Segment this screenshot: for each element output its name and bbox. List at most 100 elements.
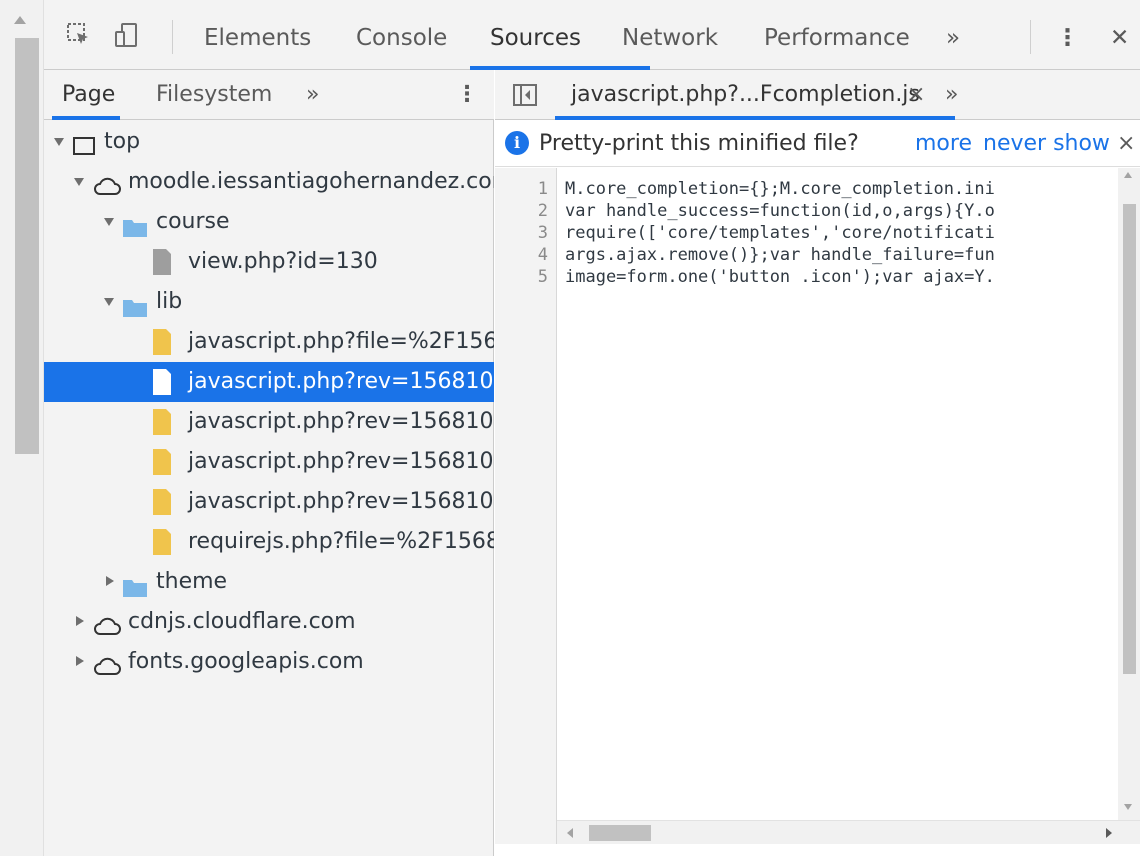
sources-navigator: Page Filesystem » ⋮ top moodle.iessantia… bbox=[44, 70, 494, 856]
tree-item-label: course bbox=[156, 209, 230, 234]
more-link[interactable]: more bbox=[915, 121, 972, 167]
horizontal-scrollbar-thumb[interactable] bbox=[589, 825, 651, 841]
expanded-arrow-icon[interactable] bbox=[74, 178, 84, 186]
tab-filesystem[interactable]: Filesystem bbox=[156, 70, 272, 120]
line-number-gutter: 1 2 3 4 5 bbox=[495, 168, 557, 820]
tree-item-label: theme bbox=[156, 569, 228, 594]
editor-vertical-scrollbar[interactable] bbox=[1118, 168, 1140, 820]
tab-sources[interactable]: Sources bbox=[490, 0, 581, 70]
tree-item-file[interactable]: javascript.php?rev=1568107 bbox=[44, 402, 494, 442]
folder-icon bbox=[122, 292, 148, 322]
more-tabs-button[interactable]: » bbox=[946, 0, 960, 70]
tree-item-label: javascript.php?rev=1568107 bbox=[188, 489, 494, 514]
cloud-icon bbox=[92, 611, 122, 642]
file-js-icon bbox=[152, 408, 172, 442]
tab-elements[interactable]: Elements bbox=[204, 0, 311, 70]
collapsed-arrow-icon[interactable] bbox=[76, 616, 84, 626]
code-line: image=form.one('button .icon');var ajax=… bbox=[565, 267, 995, 287]
line-number: 2 bbox=[537, 201, 548, 221]
folder-icon bbox=[122, 572, 148, 602]
scroll-up-arrow-icon[interactable] bbox=[14, 16, 26, 24]
tree-item-top[interactable]: top bbox=[44, 122, 494, 162]
code-line: var handle_success=function(id,o,args){Y… bbox=[565, 201, 995, 221]
tree-item-file[interactable]: javascript.php?rev=1568107 bbox=[44, 442, 494, 482]
code-line: M.core_completion={};M.core_completion.i… bbox=[565, 179, 995, 199]
vertical-scrollbar-thumb[interactable] bbox=[1123, 204, 1136, 674]
expanded-arrow-icon[interactable] bbox=[54, 138, 64, 146]
cloud-icon bbox=[92, 651, 122, 682]
tree-item-file[interactable]: view.php?id=130 bbox=[44, 242, 494, 282]
tree-item-folder-course[interactable]: course bbox=[44, 202, 494, 242]
tree-item-label: requirejs.php?file=%2F1568107 bbox=[188, 529, 494, 554]
close-devtools-icon[interactable]: ✕ bbox=[1110, 0, 1129, 70]
tree-item-label: lib bbox=[156, 289, 183, 314]
tree-item-label: view.php?id=130 bbox=[188, 249, 378, 274]
scroll-right-arrow-icon[interactable] bbox=[1106, 828, 1112, 838]
close-tab-icon[interactable]: × bbox=[907, 70, 925, 120]
frame-icon bbox=[72, 131, 96, 162]
tab-network[interactable]: Network bbox=[622, 0, 718, 70]
pretty-print-infobar: i Pretty-print this minified file? more … bbox=[495, 121, 1140, 167]
inspect-element-icon[interactable] bbox=[66, 22, 92, 52]
line-number: 5 bbox=[537, 267, 548, 287]
scroll-down-arrow-icon[interactable] bbox=[1124, 804, 1132, 810]
file-js-icon bbox=[152, 328, 172, 362]
infobar-message: Pretty-print this minified file? bbox=[539, 131, 859, 156]
tree-item-file[interactable]: requirejs.php?file=%2F1568107 bbox=[44, 522, 494, 562]
tab-console[interactable]: Console bbox=[356, 0, 447, 70]
tab-performance[interactable]: Performance bbox=[764, 0, 910, 70]
tree-item-label: fonts.googleapis.com bbox=[128, 649, 364, 674]
tree-item-domain[interactable]: cdnjs.cloudflare.com bbox=[44, 602, 494, 642]
tree-item-file[interactable]: javascript.php?rev=1568107 bbox=[44, 482, 494, 522]
line-number: 4 bbox=[537, 245, 548, 265]
tree-item-label: cdnjs.cloudflare.com bbox=[128, 609, 356, 634]
scroll-left-arrow-icon[interactable] bbox=[567, 828, 573, 838]
code-area[interactable]: 1 2 3 4 5 M.core_completion={};M.core_co… bbox=[495, 168, 1140, 820]
line-number: 3 bbox=[537, 223, 548, 243]
info-icon: i bbox=[505, 131, 529, 155]
collapsed-arrow-icon[interactable] bbox=[76, 656, 84, 666]
editor-tabs: javascript.php?...Fcompletion.js × » bbox=[495, 70, 1140, 120]
scroll-up-arrow-icon[interactable] bbox=[1124, 172, 1132, 178]
tree-item-label: javascript.php?rev=1568107 bbox=[188, 369, 494, 394]
never-show-link[interactable]: never show bbox=[983, 121, 1110, 167]
file-gray-icon bbox=[152, 248, 172, 282]
code-line: args.ajax.remove()};var handle_failure=f… bbox=[565, 245, 995, 265]
editor-horizontal-scrollbar[interactable] bbox=[557, 820, 1140, 844]
device-toolbar-icon[interactable] bbox=[114, 22, 140, 54]
code-line: require(['core/templates','core/notifica… bbox=[565, 223, 995, 243]
tree-item-file[interactable]: javascript.php?file=%2F1568107 bbox=[44, 322, 494, 362]
close-infobar-icon[interactable]: × bbox=[1117, 121, 1135, 167]
expanded-arrow-icon[interactable] bbox=[104, 298, 114, 306]
folder-icon bbox=[122, 212, 148, 242]
editor-more-tabs-button[interactable]: » bbox=[945, 70, 958, 120]
page-scrollbar-thumb[interactable] bbox=[15, 38, 39, 454]
page-scrollbar[interactable] bbox=[0, 0, 44, 856]
tab-page[interactable]: Page bbox=[62, 70, 115, 120]
tree-item-folder-theme[interactable]: theme bbox=[44, 562, 494, 602]
line-number: 1 bbox=[537, 179, 548, 199]
tree-item-label: javascript.php?file=%2F1568107 bbox=[188, 329, 494, 354]
navigator-menu-icon[interactable]: ⋮ bbox=[456, 70, 478, 120]
expanded-arrow-icon[interactable] bbox=[104, 218, 114, 226]
tree-item-label: top bbox=[104, 129, 141, 154]
navigator-more-button[interactable]: » bbox=[306, 70, 319, 120]
collapsed-arrow-icon[interactable] bbox=[106, 576, 114, 586]
tree-item-folder-lib[interactable]: lib bbox=[44, 282, 494, 322]
file-js-icon bbox=[152, 448, 172, 482]
navigator-tabs: Page Filesystem » ⋮ bbox=[44, 70, 494, 120]
tree-item-file-selected[interactable]: javascript.php?rev=1568107 bbox=[44, 362, 494, 402]
navigator-active-indicator bbox=[52, 116, 120, 120]
tree-item-domain[interactable]: fonts.googleapis.com bbox=[44, 642, 494, 682]
tree-item-label: javascript.php?rev=1568107 bbox=[188, 449, 494, 474]
toolbar-separator bbox=[1030, 20, 1031, 54]
toggle-navigator-icon[interactable] bbox=[513, 84, 537, 110]
file-js-icon bbox=[152, 528, 172, 562]
file-js-icon bbox=[152, 488, 172, 522]
editor-tab-file[interactable]: javascript.php?...Fcompletion.js bbox=[571, 70, 920, 120]
source-editor: javascript.php?...Fcompletion.js × » i P… bbox=[495, 70, 1140, 856]
cloud-icon bbox=[92, 171, 122, 202]
toolbar-separator bbox=[172, 20, 173, 54]
customize-menu-icon[interactable]: ⋮ bbox=[1056, 0, 1079, 70]
tree-item-domain[interactable]: moodle.iessantiagohernandez.com bbox=[44, 162, 494, 202]
